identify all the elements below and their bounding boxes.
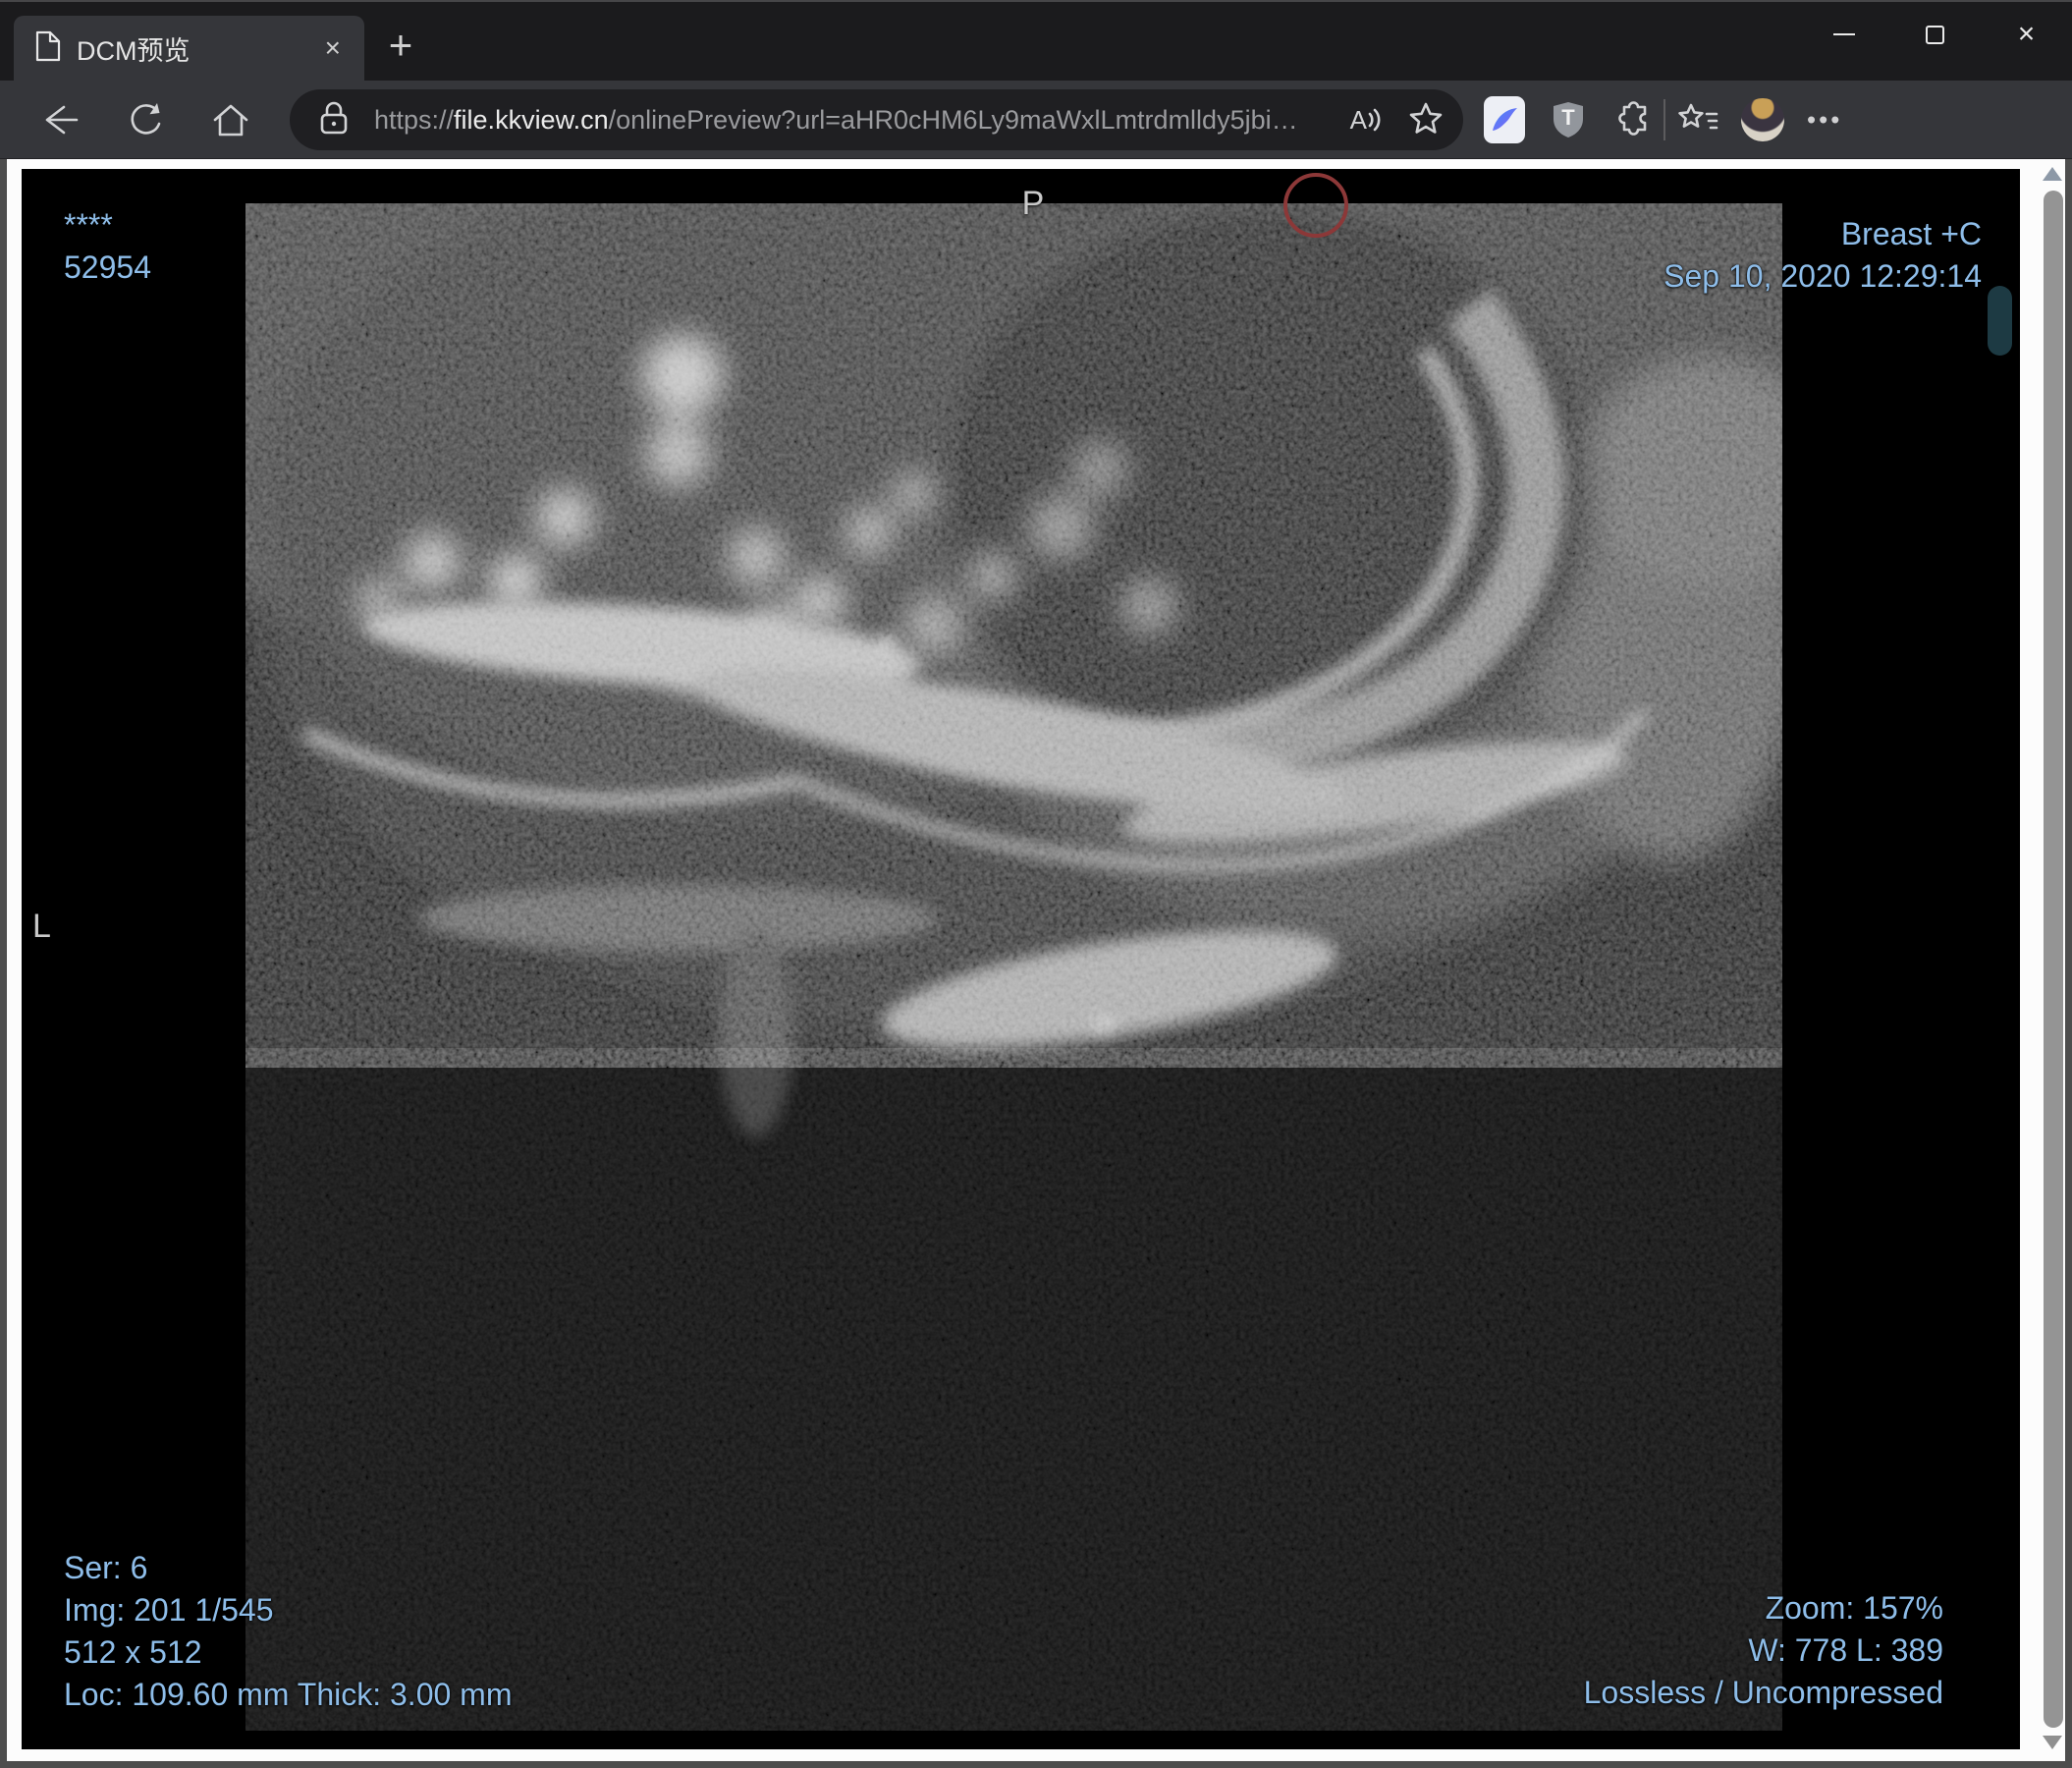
orientation-marker-left: L <box>32 908 51 945</box>
back-arrow-icon <box>45 105 79 134</box>
tab-close-icon[interactable]: × <box>315 32 351 64</box>
read-aloud-icon: A <box>1349 104 1367 135</box>
extension-shield-button[interactable]: T <box>1552 101 1585 138</box>
study-datetime: Sep 10, 2020 12:29:14 <box>1663 258 1982 294</box>
shield-extension-icon: T <box>1552 101 1585 138</box>
overlay-bottom-left: Ser: 6 Img: 201 1/545 512 x 512 Loc: 109… <box>64 1547 512 1716</box>
bird-extension-icon <box>1484 95 1525 143</box>
image-number: Img: 201 1/545 <box>64 1592 274 1628</box>
navigation-toolbar: https://file.kkview.cn/onlinePreview?url… <box>0 81 2072 159</box>
lock-icon <box>319 100 349 140</box>
patient-number: 52954 <box>64 249 151 285</box>
mri-image[interactable] <box>245 203 1782 1731</box>
scrollbar-up-arrow-icon[interactable] <box>2043 167 2062 181</box>
reload-icon <box>131 102 161 135</box>
matrix-size: 512 x 512 <box>64 1634 202 1670</box>
overlay-bottom-right: Zoom: 157% W: 778 L: 389 Lossless / Unco… <box>1584 1587 1943 1714</box>
more-menu-button[interactable]: ••• <box>1807 104 1842 135</box>
read-aloud-waves-icon <box>1368 108 1381 132</box>
dicom-canvas: P L **** 52954 Breast +C Sep 10, 2020 12… <box>22 169 2020 1749</box>
collections-button[interactable] <box>1677 101 1718 138</box>
compression-info: Lossless / Uncompressed <box>1583 1675 1943 1710</box>
overlay-top-left: **** 52954 <box>64 204 151 289</box>
new-tab-button[interactable]: + <box>375 20 426 71</box>
patient-id-masked: **** <box>64 207 113 243</box>
avatar <box>1741 97 1784 141</box>
tab-title: DCM预览 <box>77 35 191 66</box>
browser-tab[interactable]: DCM预览 × <box>14 16 364 81</box>
browser-window: DCM预览 × + × https://file.kkview.cn/onlin… <box>0 0 2072 1768</box>
extensions-button[interactable] <box>1612 100 1652 139</box>
study-description: Breast +C <box>1840 216 1982 251</box>
page-scrollbar <box>2020 159 2065 1761</box>
url-text: https://file.kkview.cn/onlinePreview?url… <box>374 104 1298 135</box>
tab-bar: DCM预览 × + × <box>0 2 2072 81</box>
favorite-star-button[interactable] <box>1408 100 1444 140</box>
extension-bird-button[interactable] <box>1484 95 1525 143</box>
slice-location: Loc: 109.60 mm Thick: 3.00 mm <box>64 1677 513 1712</box>
series-number: Ser: 6 <box>64 1550 148 1585</box>
maximize-icon <box>1926 25 1944 44</box>
toolbar-divider <box>1663 98 1665 140</box>
maximize-button[interactable] <box>1889 2 1981 67</box>
star-icon <box>1409 102 1443 134</box>
address-bar[interactable]: https://file.kkview.cn/onlinePreview?url… <box>290 89 1463 150</box>
minimize-icon <box>1832 33 1855 35</box>
profile-button[interactable] <box>1741 97 1784 141</box>
collections-star-icon <box>1678 103 1718 129</box>
orientation-marker-posterior: P <box>1021 185 1045 222</box>
reload-button[interactable] <box>124 99 165 140</box>
back-button[interactable] <box>37 100 82 139</box>
puzzle-icon <box>1618 100 1647 136</box>
page-body: P L **** 52954 Breast +C Sep 10, 2020 12… <box>0 159 2072 1768</box>
red-circle-annotation <box>1283 173 1348 238</box>
url-host: file.kkview.cn <box>454 104 609 135</box>
minimize-button[interactable] <box>1798 2 1889 67</box>
scrollbar-thumb[interactable] <box>2044 191 2063 1728</box>
overlay-top-right: Breast +C Sep 10, 2020 12:29:14 <box>1663 213 1982 298</box>
home-button[interactable] <box>208 99 253 140</box>
home-icon <box>213 104 248 136</box>
window-level: W: 778 L: 389 <box>1748 1632 1943 1668</box>
close-window-button[interactable]: × <box>1981 2 2072 67</box>
page-favicon-icon <box>35 30 61 67</box>
window-controls: × <box>1798 2 2072 67</box>
series-scroll-indicator[interactable] <box>1988 286 2012 356</box>
zoom-level: Zoom: 157% <box>1765 1590 1943 1626</box>
read-aloud-button[interactable]: A <box>1350 104 1383 136</box>
scrollbar-down-arrow-icon[interactable] <box>2043 1736 2062 1749</box>
